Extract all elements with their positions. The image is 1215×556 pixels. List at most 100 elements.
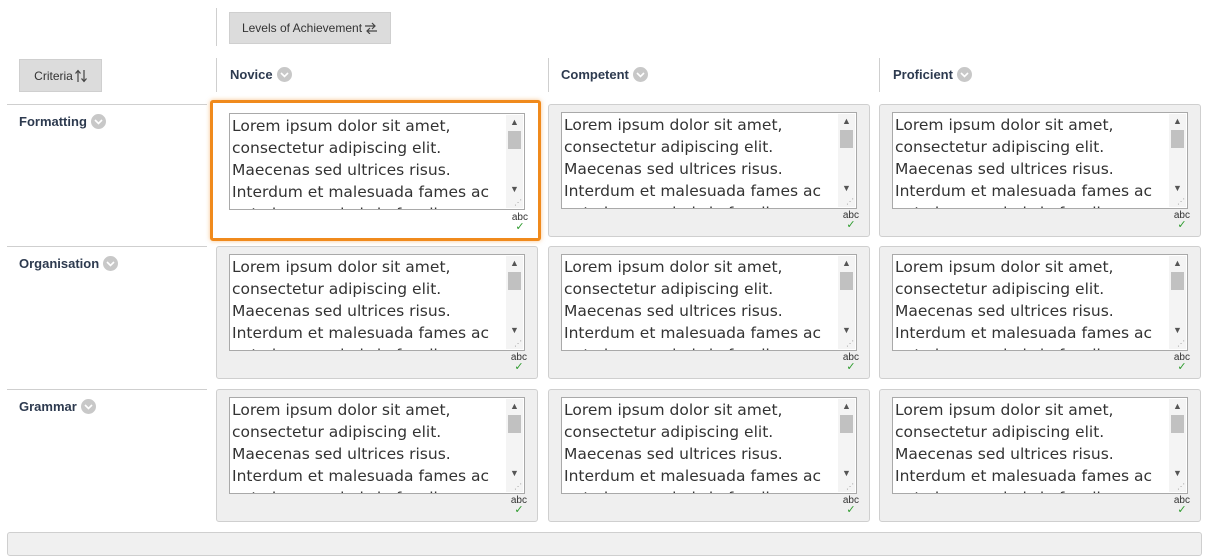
scroll-up-icon[interactable]: ▲ xyxy=(506,399,523,413)
cell-description-textarea[interactable]: Lorem ipsum dolor sit amet, consectetur … xyxy=(229,113,525,210)
cell-description-text: Lorem ipsum dolor sit amet, consectetur … xyxy=(232,258,490,350)
rubric-cell[interactable]: Lorem ipsum dolor sit amet, consectetur … xyxy=(548,389,870,522)
cell-description-textarea[interactable]: Lorem ipsum dolor sit amet, consectetur … xyxy=(561,112,857,209)
scroll-up-icon[interactable]: ▲ xyxy=(838,399,855,413)
spell-check-icon[interactable]: abc ✓ xyxy=(843,496,859,516)
resize-grip-icon[interactable]: ⋰ xyxy=(1177,483,1185,491)
scrollbar-thumb[interactable] xyxy=(1171,130,1184,148)
resize-grip-icon[interactable]: ⋰ xyxy=(514,199,522,207)
scrollbar[interactable]: ▲ ▼ xyxy=(1169,114,1186,207)
scrollbar[interactable]: ▲ ▼ xyxy=(1169,399,1186,492)
row-header-organisation[interactable]: Organisation xyxy=(19,256,119,271)
cell-description-text: Lorem ipsum dolor sit amet, consectetur … xyxy=(895,401,1153,493)
chevron-down-icon[interactable] xyxy=(103,256,119,271)
resize-grip-icon[interactable]: ⋰ xyxy=(846,483,854,491)
scrollbar[interactable]: ▲ ▼ xyxy=(838,256,855,349)
scroll-down-icon[interactable]: ▼ xyxy=(1169,466,1186,480)
spell-check-icon[interactable]: abc ✓ xyxy=(511,353,527,373)
scrollbar-thumb[interactable] xyxy=(840,415,853,433)
scroll-down-icon[interactable]: ▼ xyxy=(1169,323,1186,337)
spell-check-icon[interactable]: abc ✓ xyxy=(512,213,528,233)
scroll-up-icon[interactable]: ▲ xyxy=(838,114,855,128)
spell-check-icon[interactable]: abc ✓ xyxy=(511,496,527,516)
rubric-cell[interactable]: Lorem ipsum dolor sit amet, consectetur … xyxy=(216,246,538,379)
row-label: Formatting xyxy=(19,114,87,129)
cell-description-textarea[interactable]: Lorem ipsum dolor sit amet, consectetur … xyxy=(892,254,1188,351)
footer-bar xyxy=(7,532,1202,556)
rubric-cell[interactable]: Lorem ipsum dolor sit amet, consectetur … xyxy=(879,389,1201,522)
criteria-label: Criteria xyxy=(34,68,73,83)
scrollbar-thumb[interactable] xyxy=(1171,272,1184,290)
scroll-down-icon[interactable]: ▼ xyxy=(838,181,855,195)
scrollbar[interactable]: ▲ ▼ xyxy=(1169,256,1186,349)
scroll-down-icon[interactable]: ▼ xyxy=(506,466,523,480)
check-icon: ✓ xyxy=(846,504,856,516)
swap-arrows-icon xyxy=(365,22,378,34)
cell-description-textarea[interactable]: Lorem ipsum dolor sit amet, consectetur … xyxy=(229,254,525,351)
cell-description-text: Lorem ipsum dolor sit amet, consectetur … xyxy=(564,401,822,493)
levels-of-achievement-button[interactable]: Levels of Achievement xyxy=(229,12,391,44)
cell-description-textarea[interactable]: Lorem ipsum dolor sit amet, consectetur … xyxy=(229,397,525,494)
resize-grip-icon[interactable]: ⋰ xyxy=(846,198,854,206)
check-icon: ✓ xyxy=(1177,219,1187,231)
column-header-novice[interactable]: Novice xyxy=(230,67,292,82)
spell-check-icon[interactable]: abc ✓ xyxy=(1174,353,1190,373)
scrollbar-thumb[interactable] xyxy=(508,131,521,149)
scroll-down-icon[interactable]: ▼ xyxy=(838,323,855,337)
rubric-cell[interactable]: Lorem ipsum dolor sit amet, consectetur … xyxy=(210,100,541,241)
check-icon: ✓ xyxy=(1177,504,1187,516)
cell-description-textarea[interactable]: Lorem ipsum dolor sit amet, consectetur … xyxy=(892,112,1188,209)
resize-grip-icon[interactable]: ⋰ xyxy=(1177,198,1185,206)
row-header-grammar[interactable]: Grammar xyxy=(19,399,96,414)
cell-description-textarea[interactable]: Lorem ipsum dolor sit amet, consectetur … xyxy=(561,254,857,351)
divider xyxy=(7,389,207,390)
scroll-up-icon[interactable]: ▲ xyxy=(1169,114,1186,128)
scroll-up-icon[interactable]: ▲ xyxy=(506,256,523,270)
rubric-cell[interactable]: Lorem ipsum dolor sit amet, consectetur … xyxy=(216,389,538,522)
spell-check-icon[interactable]: abc ✓ xyxy=(1174,211,1190,231)
scroll-up-icon[interactable]: ▲ xyxy=(838,256,855,270)
scrollbar-thumb[interactable] xyxy=(840,272,853,290)
scroll-up-icon[interactable]: ▲ xyxy=(1169,399,1186,413)
rubric-cell[interactable]: Lorem ipsum dolor sit amet, consectetur … xyxy=(548,246,870,379)
scroll-down-icon[interactable]: ▼ xyxy=(1169,181,1186,195)
column-header-competent[interactable]: Competent xyxy=(561,67,648,82)
chevron-down-icon[interactable] xyxy=(80,399,96,414)
resize-grip-icon[interactable]: ⋰ xyxy=(514,340,522,348)
scrollbar-thumb[interactable] xyxy=(508,272,521,290)
rubric-cell[interactable]: Lorem ipsum dolor sit amet, consectetur … xyxy=(879,246,1201,379)
cell-description-textarea[interactable]: Lorem ipsum dolor sit amet, consectetur … xyxy=(561,397,857,494)
chevron-down-icon[interactable] xyxy=(90,114,106,129)
scrollbar-thumb[interactable] xyxy=(508,415,521,433)
row-header-formatting[interactable]: Formatting xyxy=(19,114,106,129)
scrollbar[interactable]: ▲ ▼ xyxy=(506,256,523,349)
scroll-up-icon[interactable]: ▲ xyxy=(1169,256,1186,270)
chevron-down-icon[interactable] xyxy=(276,67,292,82)
resize-grip-icon[interactable]: ⋰ xyxy=(846,340,854,348)
scroll-down-icon[interactable]: ▼ xyxy=(506,323,523,337)
spell-check-icon[interactable]: abc ✓ xyxy=(843,353,859,373)
spell-check-icon[interactable]: abc ✓ xyxy=(1174,496,1190,516)
scrollbar[interactable]: ▲ ▼ xyxy=(506,115,523,208)
divider xyxy=(216,8,217,46)
cell-description-textarea[interactable]: Lorem ipsum dolor sit amet, consectetur … xyxy=(892,397,1188,494)
chevron-down-icon[interactable] xyxy=(956,67,972,82)
scrollbar-thumb[interactable] xyxy=(840,130,853,148)
scrollbar-thumb[interactable] xyxy=(1171,415,1184,433)
criteria-sort-button[interactable]: Criteria xyxy=(19,59,102,92)
rubric-cell[interactable]: Lorem ipsum dolor sit amet, consectetur … xyxy=(548,104,870,237)
check-icon: ✓ xyxy=(514,504,524,516)
scrollbar[interactable]: ▲ ▼ xyxy=(838,114,855,207)
scroll-up-icon[interactable]: ▲ xyxy=(506,115,523,129)
scroll-down-icon[interactable]: ▼ xyxy=(506,182,523,196)
sort-arrows-icon xyxy=(74,69,87,82)
spell-check-icon[interactable]: abc ✓ xyxy=(843,211,859,231)
column-header-proficient[interactable]: Proficient xyxy=(893,67,972,82)
scroll-down-icon[interactable]: ▼ xyxy=(838,466,855,480)
resize-grip-icon[interactable]: ⋰ xyxy=(514,483,522,491)
scrollbar[interactable]: ▲ ▼ xyxy=(506,399,523,492)
chevron-down-icon[interactable] xyxy=(632,67,648,82)
resize-grip-icon[interactable]: ⋰ xyxy=(1177,340,1185,348)
rubric-cell[interactable]: Lorem ipsum dolor sit amet, consectetur … xyxy=(879,104,1201,237)
scrollbar[interactable]: ▲ ▼ xyxy=(838,399,855,492)
